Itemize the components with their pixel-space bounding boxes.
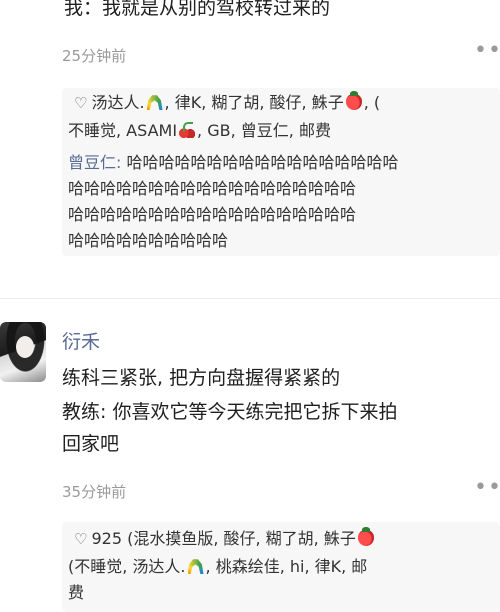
likes-list-continued: 费 [68, 580, 84, 606]
liker-names[interactable]: , ( [364, 93, 380, 112]
heart-outline-icon[interactable]: ♡ [74, 530, 87, 548]
liker-names[interactable]: 费 [68, 583, 84, 602]
reply-text-line: 哈哈哈哈哈哈哈哈哈哈哈哈哈哈哈哈哈哈 [68, 179, 357, 198]
strawberry-emoji-icon [357, 527, 374, 546]
likes-line: 费 [68, 583, 84, 602]
post-content-line: 我：我就是从别的驾校转过来的 [64, 0, 331, 19]
liker-names[interactable]: 不睡觉, ASAMI [68, 121, 177, 140]
likes-line: 不睡觉, ASAMI , GB, 曾豆仁, 邮费 [68, 121, 331, 140]
rainbow-emoji-icon [146, 95, 163, 110]
liker-names[interactable]: 汤达人. [91, 93, 144, 112]
more-options-button[interactable]: •• [474, 475, 500, 500]
liker-names[interactable]: , 律K, 糊了胡, 酸仔, 鮢子 [165, 93, 344, 112]
cherry-emoji-icon [179, 122, 196, 138]
post-content-line: 教练: 你喜欢它等今天练完把它拆下来拍 [62, 401, 398, 423]
reply-text-line: 哈哈哈哈哈哈哈哈哈哈哈哈哈哈哈哈哈哈 [68, 205, 357, 224]
liker-names[interactable]: , 桃森绘佳, hi, 律K, 邮 [206, 557, 368, 576]
likes-and-replies-panel: ♡ 汤达人. , 律K, 糊了胡, 酸仔, 鮢子 , ( 不睡觉, ASAMI , GB… [62, 88, 500, 256]
reply-comment[interactable]: 曾豆仁: 哈哈哈哈哈哈哈哈哈哈哈哈哈哈哈哈哈 [68, 150, 399, 176]
post-content-line: 回家吧 [62, 433, 120, 455]
post-content-line: 练科三紧张, 把方向盘握得紧紧的 [62, 367, 341, 389]
likes-list-continued: 不睡觉, ASAMI , GB, 曾豆仁, 邮费 [68, 118, 331, 144]
reply-text: 哈哈哈哈哈哈哈哈哈哈哈哈哈哈哈哈哈 [126, 153, 399, 172]
post-divider [0, 298, 500, 299]
likes-panel: ♡ 925 (混水摸鱼版, 酸仔, 糊了胡, 鮢子 (不睡觉, 汤达人. , 桃森绘… [62, 522, 500, 612]
heart-outline-icon[interactable]: ♡ [74, 94, 87, 112]
liker-names[interactable]: , GB, 曾豆仁, 邮费 [197, 121, 331, 140]
likes-line: (不睡觉, 汤达人. , 桃森绘佳, hi, 律K, 邮 [68, 557, 367, 576]
rainbow-emoji-icon [187, 559, 204, 574]
avatar[interactable] [0, 322, 46, 382]
post-timestamp: 35分钟前 [62, 483, 127, 501]
likes-line: 汤达人. , 律K, 糊了胡, 酸仔, 鮢子 , ( [91, 91, 380, 112]
reply-author[interactable]: 曾豆仁: [68, 153, 126, 172]
likes-line: 925 (混水摸鱼版, 酸仔, 糊了胡, 鮢子 [91, 527, 375, 548]
reply-text-line: 哈哈哈哈哈哈哈哈哈哈 [68, 231, 229, 250]
post-timestamp: 25分钟前 [62, 47, 127, 65]
liker-names[interactable]: 925 (混水摸鱼版, 酸仔, 糊了胡, 鮢子 [91, 529, 355, 548]
likes-list: ♡ 925 (混水摸鱼版, 酸仔, 糊了胡, 鮢子 [74, 526, 376, 552]
username[interactable]: 衍禾 [62, 327, 100, 354]
likes-list: ♡ 汤达人. , 律K, 糊了胡, 酸仔, 鮢子 , ( [74, 90, 380, 116]
strawberry-emoji-icon [345, 91, 362, 110]
more-options-button[interactable]: •• [474, 38, 500, 63]
likes-list-continued: (不睡觉, 汤达人. , 桃森绘佳, hi, 律K, 邮 [68, 554, 367, 580]
liker-names[interactable]: (不睡觉, 汤达人. [68, 557, 186, 576]
